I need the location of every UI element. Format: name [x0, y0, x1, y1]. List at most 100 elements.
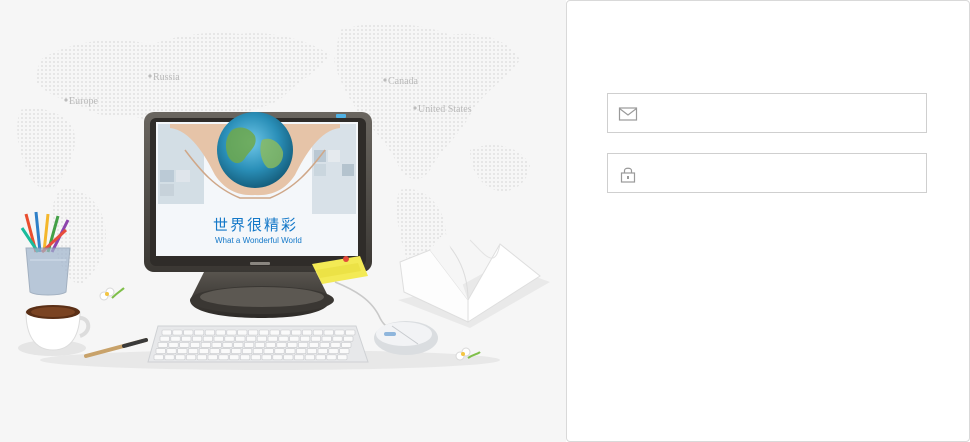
screen-title: 世界很精彩: [213, 216, 298, 234]
keyboard-key: [256, 335, 267, 342]
keyboard-key: [319, 342, 330, 348]
keyboard-key: [278, 335, 289, 342]
keyboard-key: [186, 354, 197, 361]
keyboard-key: [190, 342, 201, 348]
map-label-russia: Russia: [153, 72, 180, 83]
keyboard-key: [196, 354, 207, 361]
desk-illustration: Russia Europe Canada United States 世界很精彩…: [17, 23, 550, 370]
map-label-united-states: United States: [418, 104, 472, 115]
keyboard-key: [157, 342, 168, 348]
password-input[interactable]: [652, 154, 918, 192]
keyboard-key: [330, 342, 341, 348]
keyboard-key: [202, 335, 213, 342]
lock-icon: [620, 167, 636, 183]
keyboard-key: [166, 348, 177, 354]
keyboard-key: [237, 329, 248, 336]
coffee-cup: [18, 305, 91, 356]
keyboard-key: [306, 348, 317, 354]
keyboard-key: [326, 354, 337, 361]
keyboard-key: [218, 354, 229, 361]
keyboard-key: [159, 335, 170, 342]
keyboard-key: [153, 354, 164, 361]
keyboard-key: [345, 329, 356, 336]
keyboard-key: [291, 329, 302, 336]
flower-decoration: [99, 287, 125, 301]
keyboard-key: [269, 329, 280, 336]
keyboard-key: [235, 335, 246, 342]
keyboard-key: [229, 354, 240, 361]
keyboard-key: [334, 329, 345, 336]
keyboard-key: [304, 354, 315, 361]
keyboard-key: [231, 348, 242, 354]
keyboard-key: [337, 354, 348, 361]
password-field: [607, 153, 927, 193]
keyboard-key: [280, 329, 291, 336]
keyboard-key: [246, 335, 257, 342]
keyboard-key: [155, 348, 166, 354]
keyboard-key: [341, 342, 352, 348]
keyboard-key: [267, 335, 278, 342]
keyboard-key: [213, 335, 224, 342]
keyboard-key: [294, 354, 305, 361]
screen-subtitle: What a Wonderful World: [215, 236, 302, 245]
keyboard-key: [248, 329, 259, 336]
keyboard-key: [263, 348, 274, 354]
keyboard-key: [276, 342, 287, 348]
keyboard-key: [328, 348, 339, 354]
keyboard-key: [343, 335, 354, 342]
keyboard-key: [321, 335, 332, 342]
hero-illustration: Russia Europe Canada United States 世界很精彩…: [0, 0, 566, 442]
keyboard-key: [298, 342, 309, 348]
monitor: 世界很精彩 What a Wonderful World: [144, 112, 372, 318]
keyboard-key: [323, 329, 334, 336]
keyboard-key: [285, 348, 296, 354]
keyboard-key: [161, 329, 172, 336]
keyboard-key: [164, 354, 175, 361]
keyboard-key: [339, 348, 350, 354]
keyboard-key: [308, 342, 319, 348]
keyboard-key: [209, 348, 220, 354]
keyboard-key: [192, 335, 203, 342]
keyboard-key: [179, 342, 190, 348]
keyboard-key: [265, 342, 276, 348]
keyboard-key: [250, 354, 261, 361]
keyboard-key: [332, 335, 343, 342]
login-panel: [566, 0, 970, 442]
keyboard-key: [315, 354, 326, 361]
keyboard-key: [207, 354, 218, 361]
keyboard-key: [181, 335, 192, 342]
keyboard-key: [240, 354, 251, 361]
keyboard-key: [226, 329, 237, 336]
keyboard-key: [283, 354, 294, 361]
email-input[interactable]: [652, 94, 918, 132]
keyboard-key: [300, 335, 311, 342]
keyboard: [147, 325, 369, 363]
keyboard-key: [215, 329, 226, 336]
envelope-icon: [618, 107, 638, 121]
keyboard-key: [252, 348, 263, 354]
keyboard-key: [177, 348, 188, 354]
keyboard-key: [287, 342, 298, 348]
keyboard-key: [274, 348, 285, 354]
keyboard-key: [302, 329, 313, 336]
keyboard-key: [244, 342, 255, 348]
keyboard-key: [296, 348, 307, 354]
map-label-europe: Europe: [69, 96, 98, 107]
keyboard-key: [204, 329, 215, 336]
map-label-canada: Canada: [388, 76, 419, 87]
keyboard-key: [183, 329, 194, 336]
keyboard-key: [175, 354, 186, 361]
mouse-cable: [334, 281, 399, 331]
keyboard-key: [258, 329, 269, 336]
keyboard-key: [222, 342, 233, 348]
keyboard-key: [211, 342, 222, 348]
keyboard-key: [289, 335, 300, 342]
keyboard-key: [168, 342, 179, 348]
keyboard-key: [170, 335, 181, 342]
keyboard-key: [254, 342, 265, 348]
keyboard-key: [310, 335, 321, 342]
mouse: [374, 321, 438, 355]
keyboard-key: [200, 342, 211, 348]
keyboard-key: [233, 342, 244, 348]
keyboard-key: [261, 354, 272, 361]
